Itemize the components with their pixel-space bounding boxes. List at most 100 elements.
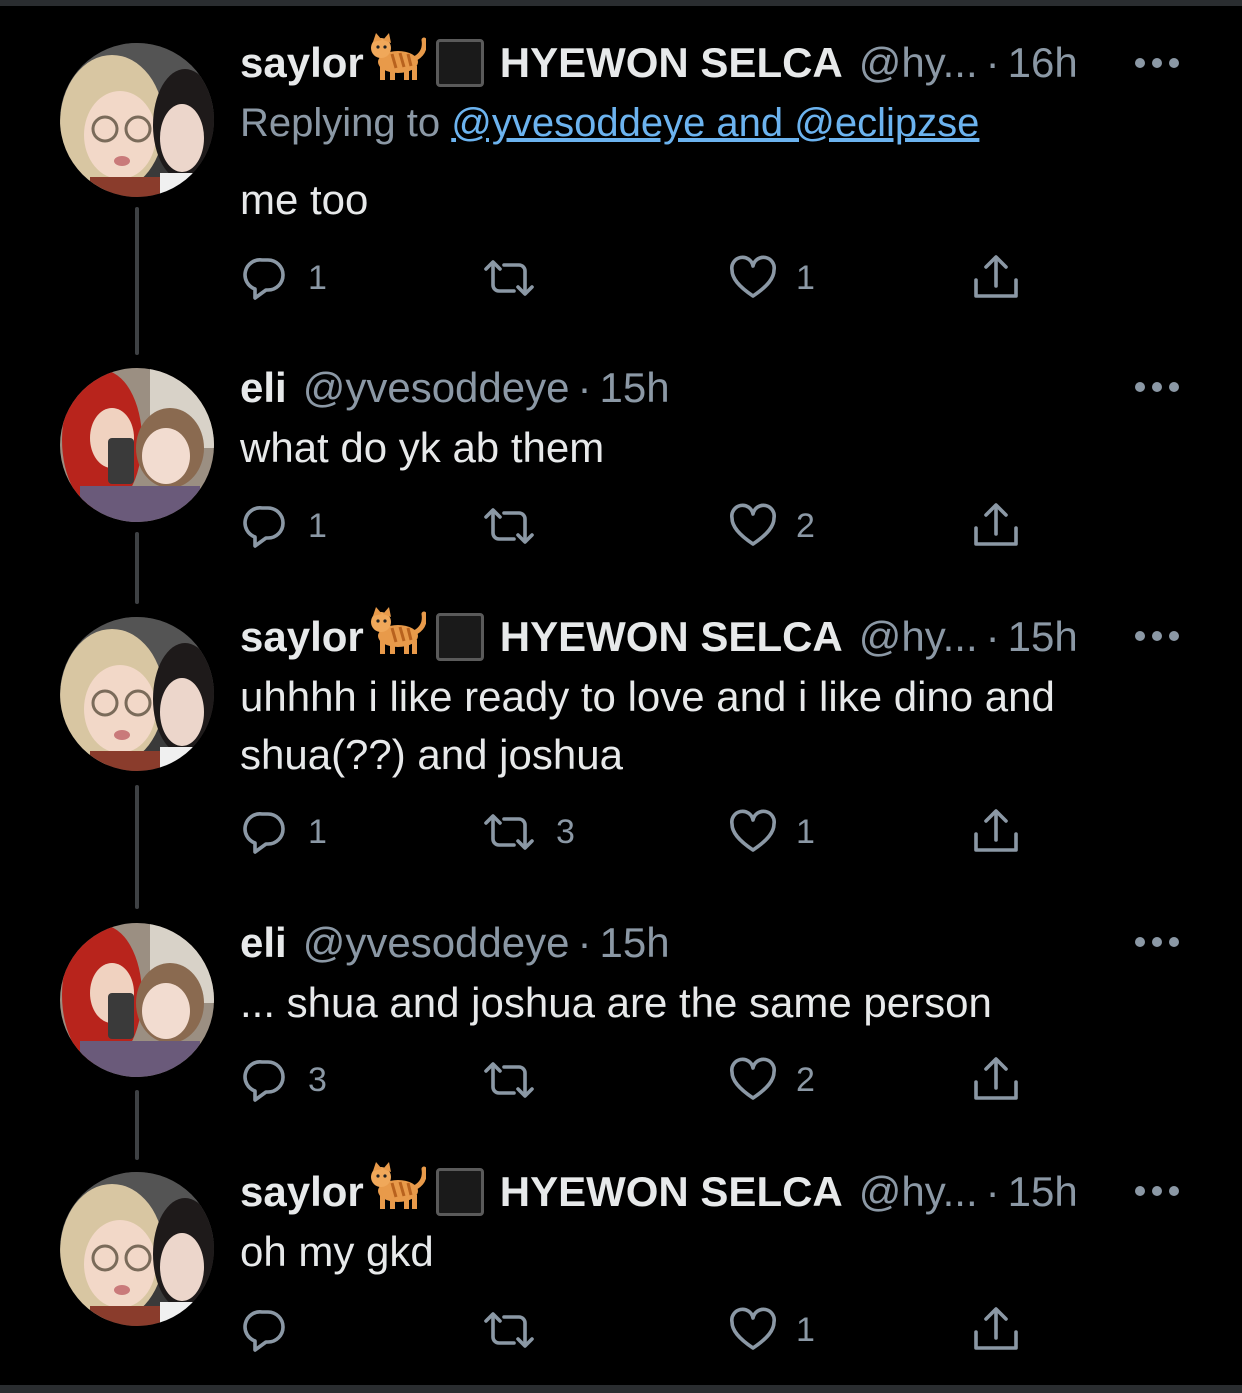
dot-separator: · (985, 39, 1000, 86)
like-count: 2 (796, 506, 815, 545)
cat-emoji (368, 32, 426, 94)
timestamp[interactable]: 15h (600, 917, 670, 969)
display-name-part2[interactable]: HYEWON SELCA (500, 611, 843, 663)
tweet-actions: 1 1 (240, 253, 1040, 303)
reply-icon (240, 1305, 290, 1355)
share-icon (970, 1304, 1022, 1356)
share-button[interactable] (970, 1055, 1022, 1105)
like-count: 2 (796, 1060, 815, 1099)
reply-icon (240, 501, 290, 551)
display-name[interactable]: saylor (240, 37, 364, 89)
tweet-actions: 1 (240, 1305, 1040, 1355)
thread-connector (135, 1090, 139, 1160)
display-name-part2[interactable]: HYEWON SELCA (500, 1166, 843, 1218)
more-icon[interactable] (1135, 1185, 1179, 1197)
tweet-actions: 3 2 (240, 1055, 1040, 1105)
display-name[interactable]: saylor (240, 1166, 364, 1218)
share-icon (970, 500, 1022, 552)
share-button[interactable] (970, 807, 1022, 857)
retweet-button[interactable] (480, 501, 556, 551)
tweet-text: ... shua and joshua are the same person (240, 979, 992, 1026)
share-icon (970, 806, 1022, 858)
like-count: 1 (796, 812, 815, 851)
tweet-text: what do yk ab them (240, 424, 605, 471)
replying-to: Replying to @yvesoddeye and @eclipzse (240, 97, 979, 149)
user-handle[interactable]: @hy... (859, 1166, 978, 1218)
like-button[interactable]: 2 (728, 501, 815, 551)
tweet-header: saylor HYEWON SELCA @hy... · 16h (240, 37, 1120, 89)
retweet-button[interactable] (480, 253, 556, 303)
more-icon[interactable] (1135, 630, 1179, 642)
reply-button[interactable]: 1 (240, 501, 327, 551)
thread-connector (135, 532, 139, 604)
more-icon[interactable] (1135, 936, 1179, 948)
replying-prefix: Replying to (240, 101, 452, 145)
black-square-emoji (435, 1168, 484, 1216)
tweet-header: saylor HYEWON SELCA @hy... · 15h (240, 611, 1120, 663)
tweet-text: uhhhh i like ready to love and i like di… (240, 673, 1055, 778)
display-name-part2[interactable]: HYEWON SELCA (500, 37, 843, 89)
reply-button[interactable]: 1 (240, 807, 327, 857)
retweet-button[interactable] (480, 1305, 556, 1355)
tweet-actions: 1 3 1 (240, 807, 1040, 857)
user-handle[interactable]: @hy... (859, 611, 978, 663)
timestamp[interactable]: 15h (1008, 611, 1078, 663)
tweet-header: saylor HYEWON SELCA @hy... · 15h (240, 1166, 1120, 1218)
like-icon (728, 253, 778, 303)
timestamp[interactable]: 15h (1008, 1166, 1078, 1218)
like-button[interactable]: 2 (728, 1055, 815, 1105)
avatar-saylor[interactable] (60, 1172, 214, 1326)
tweet-header: eli @yvesoddeye · 15h (240, 917, 1120, 969)
tweet-text: oh my gkd (240, 1228, 434, 1275)
reply-button[interactable]: 3 (240, 1055, 327, 1105)
retweet-icon (480, 253, 538, 303)
reply-count: 1 (308, 506, 327, 545)
dot-separator: · (577, 364, 592, 411)
share-button[interactable] (970, 1305, 1022, 1355)
top-divider (0, 0, 1242, 6)
display-name[interactable]: eli (240, 362, 287, 414)
like-count: 1 (796, 258, 815, 297)
user-handle[interactable]: @yvesoddeye (303, 362, 570, 414)
dot-separator: · (577, 919, 592, 966)
reply-icon (240, 807, 290, 857)
cat-emoji (368, 606, 426, 668)
like-icon (728, 807, 778, 857)
timestamp[interactable]: 15h (600, 362, 670, 414)
reply-count: 3 (308, 1060, 327, 1099)
like-button[interactable]: 1 (728, 807, 815, 857)
timestamp[interactable]: 16h (1008, 37, 1078, 89)
dot-separator: · (985, 1168, 1000, 1215)
like-button[interactable]: 1 (728, 253, 815, 303)
replying-mentions-link[interactable]: @yvesoddeye and @eclipzse (451, 101, 979, 145)
more-icon[interactable] (1135, 57, 1179, 69)
share-button[interactable] (970, 253, 1022, 303)
avatar-eli[interactable] (60, 368, 214, 522)
retweet-button[interactable] (480, 1055, 556, 1105)
tweet-text: me too (240, 176, 369, 223)
display-name[interactable]: eli (240, 917, 287, 969)
avatar-eli[interactable] (60, 923, 214, 1077)
black-square-emoji (435, 613, 484, 661)
reply-count: 1 (308, 258, 327, 297)
share-icon (970, 1054, 1022, 1106)
retweet-icon (480, 1055, 538, 1105)
avatar-saylor[interactable] (60, 43, 214, 197)
like-button[interactable]: 1 (728, 1305, 815, 1355)
like-icon (728, 1055, 778, 1105)
retweet-button[interactable]: 3 (480, 807, 575, 857)
tweet-header: eli @yvesoddeye · 15h (240, 362, 1120, 414)
user-handle[interactable]: @yvesoddeye (303, 917, 570, 969)
bottom-divider (0, 1385, 1242, 1393)
retweet-count: 3 (556, 812, 575, 851)
black-square-emoji (435, 39, 484, 87)
avatar-saylor[interactable] (60, 617, 214, 771)
display-name[interactable]: saylor (240, 611, 364, 663)
like-icon (728, 1305, 778, 1355)
user-handle[interactable]: @hy... (859, 37, 978, 89)
thread-connector (135, 207, 139, 355)
more-icon[interactable] (1135, 381, 1179, 393)
reply-button[interactable] (240, 1305, 308, 1355)
reply-button[interactable]: 1 (240, 253, 327, 303)
share-button[interactable] (970, 501, 1022, 551)
